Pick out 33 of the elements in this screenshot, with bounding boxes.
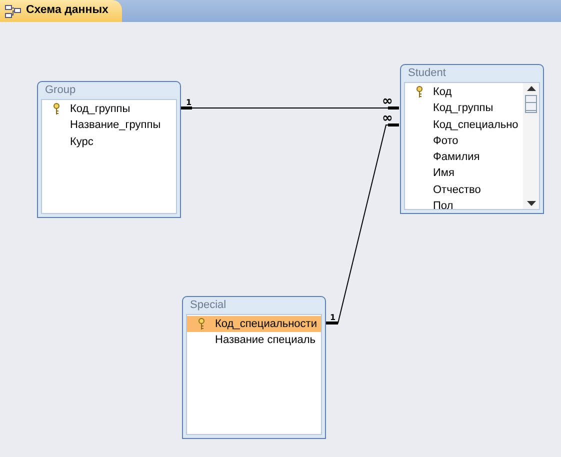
- table-window[interactable]: Special Код_специальности Название специаль: [182, 296, 326, 439]
- scroll-up-icon[interactable]: [526, 86, 536, 91]
- field-item[interactable]: Код_группы: [405, 100, 523, 117]
- field-item[interactable]: Фамилия: [405, 149, 523, 166]
- key-icon: [198, 318, 205, 330]
- field-item[interactable]: Фото: [405, 132, 523, 150]
- table-title: Student: [407, 66, 447, 81]
- key-icon: [416, 86, 423, 98]
- field-item[interactable]: Код: [405, 84, 523, 100]
- field-item[interactable]: Название_группы: [42, 117, 176, 134]
- one-cardinality-label: 1: [330, 313, 336, 322]
- table-window[interactable]: Student Код Код_группы Код_специально Фото Фамилия Имя Отчество Пол: [400, 64, 544, 214]
- field-item[interactable]: Код_группы: [42, 101, 176, 118]
- table-title: Special: [189, 298, 228, 313]
- relationship-line[interactable]: [180, 106, 400, 110]
- diagram-icon: [5, 4, 21, 18]
- field-item[interactable]: Название специаль: [187, 332, 321, 349]
- field-item[interactable]: Пол: [405, 198, 523, 209]
- field-item[interactable]: Курс: [42, 134, 176, 150]
- table-title: Group: [44, 83, 77, 98]
- scroll-thumb[interactable]: [525, 95, 537, 113]
- one-cardinality-label: 1: [186, 98, 192, 107]
- many-cardinality-label: ∞: [382, 111, 393, 126]
- scrollbar[interactable]: [523, 83, 539, 209]
- diagram-tab[interactable]: Схема данных: [0, 0, 122, 22]
- table-window[interactable]: Group Код_группы Название_группы Курс: [37, 81, 181, 218]
- many-cardinality-label: ∞: [382, 94, 393, 109]
- key-icon: [53, 103, 60, 115]
- field-item[interactable]: Код_специально: [405, 116, 523, 133]
- field-item[interactable]: Отчество: [405, 182, 523, 198]
- scroll-down-icon[interactable]: [526, 201, 536, 206]
- field-item[interactable]: Имя: [405, 165, 523, 182]
- field-item[interactable]: Код_специальности: [187, 316, 321, 332]
